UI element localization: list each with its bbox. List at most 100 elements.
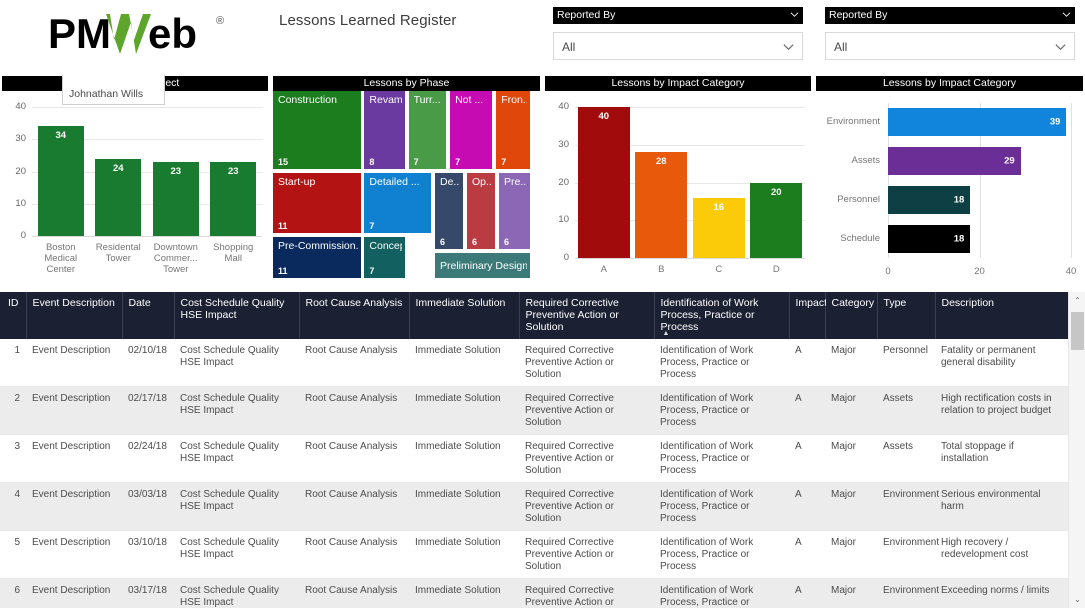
- treemap-tile[interactable]: Revamp 8: [364, 91, 405, 169]
- scrollbar-thumb[interactable]: [1071, 312, 1084, 350]
- treemap-tile[interactable]: Pre... 6: [499, 173, 530, 249]
- chart-bar[interactable]: 18: [888, 185, 971, 214]
- treemap-tile-label: Turr...: [413, 94, 441, 106]
- table-cell-event: Event Description: [26, 530, 122, 579]
- table-vertical-scrollbar[interactable]: ⌃ ⌄: [1068, 292, 1085, 608]
- chart-title-impact-category-column: Lessons by Impact Category: [545, 76, 811, 91]
- table-column-header[interactable]: Category: [825, 292, 878, 339]
- bar-value-label: 28: [655, 156, 667, 168]
- treemap-tile-value: 6: [440, 237, 446, 247]
- treemap-tile[interactable]: Op... 6: [467, 173, 496, 249]
- chart-lessons-by-phase[interactable]: Lessons by Phase Construction 15 Start-up 1…: [273, 76, 540, 288]
- treemap-tile[interactable]: Fron... 7: [496, 91, 530, 169]
- table-column-header[interactable]: Type: [877, 292, 936, 339]
- table-row[interactable]: 5 Event Description 03/10/18 Cost Schedule …: [0, 530, 1068, 579]
- sort-ascending-icon: ▲: [662, 330, 670, 337]
- chevron-down-icon[interactable]: [782, 40, 795, 53]
- slicer-value-dropdown-2[interactable]: All: [825, 32, 1075, 60]
- treemap-tile-value: 7: [369, 266, 375, 276]
- slicer-reported-by-2[interactable]: Reported By All: [825, 7, 1075, 60]
- chart-bar[interactable]: 23: [210, 161, 257, 236]
- x-axis-category-label: Downtown Commer... Tower: [153, 242, 198, 275]
- y-axis-tick-label: 40: [558, 101, 569, 112]
- chart-bar[interactable]: 40: [577, 107, 630, 258]
- chevron-down-icon: [790, 10, 799, 19]
- table-cell-cost: Cost Schedule Quality HSE Impact: [174, 530, 299, 579]
- x-axis-line: [32, 236, 262, 237]
- table-column-header[interactable]: Immediate Solution: [409, 292, 520, 339]
- table-column-header[interactable]: Description: [935, 292, 1069, 339]
- chart-lessons-by-project[interactable]: Lessons by Project 01020304034Boston Med…: [2, 76, 268, 288]
- x-axis-category-label: Residental Tower: [95, 242, 141, 264]
- y-axis-category-label: Assets: [851, 155, 880, 167]
- table-cell-required: Required Corrective Preventive Action or…: [519, 386, 654, 435]
- table-cell-impact: A: [789, 434, 825, 483]
- chart-bar[interactable]: 20: [750, 182, 803, 258]
- lessons-table-container[interactable]: ID Event Description Date Cost Schedule Qua…: [0, 292, 1085, 608]
- chart-bar[interactable]: 24: [95, 158, 142, 236]
- table-cell-event: Event Description: [26, 578, 122, 608]
- treemap-tile-label: Construction: [278, 94, 337, 106]
- table-column-header[interactable]: Root Cause Analysis: [299, 292, 410, 339]
- x-axis-category-label: Boston Medical Center: [44, 242, 78, 275]
- table-cell-description: Total stoppage if installation: [935, 434, 1068, 483]
- treemap-tile-label: Pre-Commission...: [278, 240, 358, 252]
- treemap-tile[interactable]: Conceptu... 7: [364, 237, 405, 278]
- table-row[interactable]: 4 Event Description 03/03/18 Cost Schedule …: [0, 482, 1068, 531]
- chart-bar[interactable]: 29: [888, 147, 1021, 176]
- table-column-header[interactable]: Date: [122, 292, 175, 339]
- bar-value-label: 23: [170, 165, 182, 177]
- treemap-tile[interactable]: Preliminary Design: [435, 253, 530, 278]
- table-cell-root: Root Cause Analysis: [299, 386, 409, 435]
- table-row[interactable]: 6 Event Description 03/17/18 Cost Schedule …: [0, 578, 1068, 608]
- chart-lessons-by-impact-category-bar[interactable]: Lessons by Impact Category 0 20 40 39 Enviro…: [816, 76, 1083, 288]
- slicer-reported-by-1[interactable]: Reported By All: [553, 7, 803, 60]
- chart-lessons-by-impact-category-column[interactable]: Lessons by Impact Category 0 10 20 30 40 40 A 2…: [545, 76, 811, 288]
- treemap-tile[interactable]: Pre-Commission... 11: [273, 237, 361, 278]
- chart-bar[interactable]: 16: [692, 197, 745, 258]
- table-row[interactable]: 2 Event Description 02/17/18 Cost Schedule …: [0, 386, 1068, 435]
- treemap-tile-label: De...: [440, 176, 461, 188]
- bar-value-label: 40: [598, 111, 610, 122]
- lessons-table: ID Event Description Date Cost Schedule Qua…: [0, 292, 1069, 608]
- table-cell-root: Root Cause Analysis: [299, 530, 409, 579]
- table-cell-immediate: Immediate Solution: [409, 482, 519, 531]
- y-axis-category-label: Environment: [826, 116, 880, 128]
- table-column-header[interactable]: ID: [0, 292, 27, 339]
- table-cell-id: 3: [0, 434, 26, 483]
- table-row[interactable]: 3 Event Description 02/24/18 Cost Schedule …: [0, 434, 1068, 483]
- table-column-header[interactable]: Cost Schedule Quality HSE Impact: [174, 292, 300, 339]
- treemap-tile[interactable]: Not ... 7: [450, 91, 493, 169]
- header-bar: PM eb ® Lessons Learned Register Reporte…: [0, 0, 1085, 72]
- chart-bar[interactable]: 18: [888, 224, 971, 253]
- table-cell-immediate: Immediate Solution: [409, 530, 519, 579]
- slicer-value-text-1: All: [562, 40, 576, 54]
- treemap-tile[interactable]: Detailed ... 7: [364, 173, 432, 233]
- scroll-down-icon[interactable]: ⌄: [1069, 591, 1085, 608]
- table-column-header[interactable]: Required Corrective Preventive Action or…: [519, 292, 655, 339]
- table-column-header[interactable]: Event Description: [26, 292, 123, 339]
- treemap-tile[interactable]: Construction 15: [273, 91, 361, 169]
- treemap-tile-label: Preliminary Design: [440, 259, 527, 272]
- x-axis-category-label: B: [658, 264, 665, 275]
- table-cell-required: Required Corrective Preventive Action or…: [519, 530, 654, 579]
- table-row[interactable]: 1 Event Description 02/10/18 Cost Schedule …: [0, 339, 1068, 387]
- chart-bar[interactable]: 39: [888, 108, 1067, 137]
- treemap-tile[interactable]: Start-up 11: [273, 173, 361, 233]
- chart-bar[interactable]: 28: [635, 152, 688, 258]
- x-axis-tick-label: 20: [974, 266, 985, 277]
- slicer-value-dropdown-1[interactable]: All: [553, 32, 803, 60]
- floating-dropdown-value: Johnathan Wills: [69, 88, 144, 100]
- chevron-down-icon[interactable]: [1054, 40, 1067, 53]
- table-cell-description: High rectification costs in relation to …: [935, 386, 1068, 435]
- floating-dropdown-overlay[interactable]: Johnathan Wills: [62, 75, 165, 105]
- chart-title-impact-category-bar: Lessons by Impact Category: [816, 76, 1083, 91]
- table-column-header[interactable]: Identification of Work Process, Practice…: [654, 292, 790, 339]
- treemap-tile[interactable]: De... 6: [435, 173, 464, 249]
- chart-bar[interactable]: 23: [152, 161, 199, 236]
- table-column-header[interactable]: Impact: [789, 292, 827, 339]
- chart-bar[interactable]: 34: [37, 126, 84, 236]
- scroll-up-icon[interactable]: ⌃: [1069, 292, 1085, 309]
- treemap-tile-label: Fron...: [501, 94, 527, 106]
- treemap-tile[interactable]: Turr... 7: [408, 91, 447, 169]
